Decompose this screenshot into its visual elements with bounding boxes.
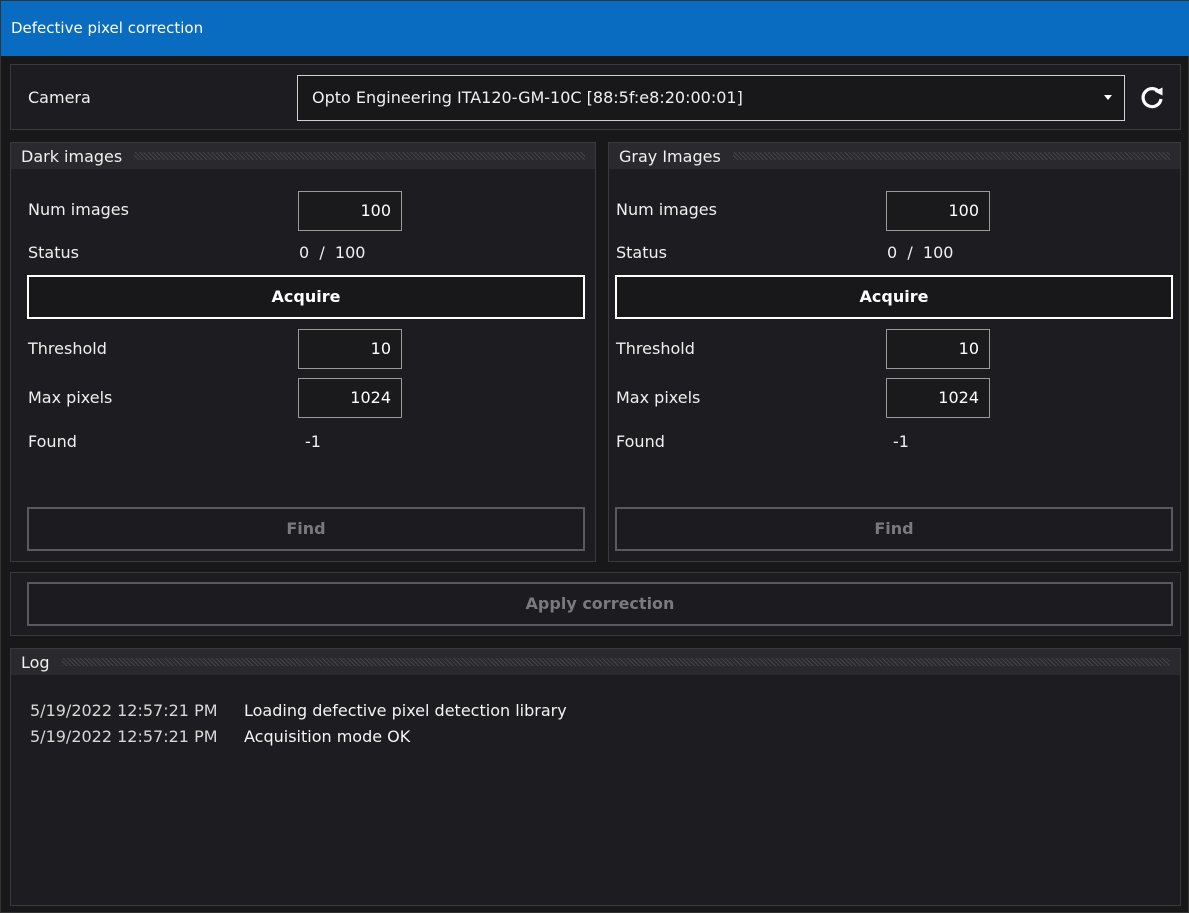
log-entry: 5/19/2022 12:57:21 PM Loading defective … xyxy=(30,701,1170,723)
dark-status-label: Status xyxy=(28,243,79,262)
dark-found-label: Found xyxy=(28,432,77,451)
window-title: Defective pixel correction xyxy=(11,19,204,37)
log-entry-message: Acquisition mode OK xyxy=(244,727,411,746)
dark-threshold-label: Threshold xyxy=(28,339,107,358)
gray-num-images-label: Num images xyxy=(616,200,717,219)
camera-select[interactable]: Opto Engineering ITA120-GM-10C [88:5f:e8… xyxy=(297,75,1125,121)
dark-acquire-button[interactable]: Acquire xyxy=(27,275,585,319)
gray-found-value: -1 xyxy=(893,432,909,451)
dark-images-header: Dark images xyxy=(11,143,595,169)
title-bar: Defective pixel correction xyxy=(1,1,1189,56)
gray-threshold-input[interactable]: 10 xyxy=(886,329,990,369)
gray-found-label: Found xyxy=(616,432,665,451)
gray-acquire-button[interactable]: Acquire xyxy=(615,275,1173,319)
header-divider xyxy=(134,152,585,160)
gray-status-label: Status xyxy=(616,243,667,262)
dark-found-value: -1 xyxy=(305,432,321,451)
gray-threshold-label: Threshold xyxy=(616,339,695,358)
gray-images-title: Gray Images xyxy=(619,146,721,166)
dark-num-images-input[interactable]: 100 xyxy=(298,191,402,231)
chevron-down-icon xyxy=(1104,95,1112,100)
camera-select-value: Opto Engineering ITA120-GM-10C [88:5f:e8… xyxy=(312,88,743,107)
gray-find-button[interactable]: Find xyxy=(615,507,1173,551)
dark-find-button[interactable]: Find xyxy=(27,507,585,551)
gray-num-images-input[interactable]: 100 xyxy=(886,191,990,231)
log-entry-time: 5/19/2022 12:57:21 PM xyxy=(30,701,218,720)
dark-status-value: 0 / 100 xyxy=(299,243,366,262)
log-entry: 5/19/2022 12:57:21 PM Acquisition mode O… xyxy=(30,727,1170,749)
refresh-button[interactable] xyxy=(1137,83,1167,113)
dark-max-pixels-input[interactable]: 1024 xyxy=(298,378,402,418)
dark-threshold-input[interactable]: 10 xyxy=(298,329,402,369)
apply-correction-button[interactable]: Apply correction xyxy=(27,582,1173,626)
log-title: Log xyxy=(21,652,50,672)
refresh-icon xyxy=(1141,87,1163,109)
dark-max-pixels-label: Max pixels xyxy=(28,388,113,407)
header-divider xyxy=(61,658,1170,666)
log-header: Log xyxy=(11,649,1180,675)
gray-status-value: 0 / 100 xyxy=(887,243,954,262)
gray-max-pixels-label: Max pixels xyxy=(616,388,701,407)
log-entry-message: Loading defective pixel detection librar… xyxy=(244,701,567,720)
camera-label: Camera xyxy=(28,88,91,107)
dark-images-title: Dark images xyxy=(21,146,123,166)
app-window: Defective pixel correction Camera Opto E… xyxy=(0,0,1189,913)
dark-num-images-label: Num images xyxy=(28,200,129,219)
gray-images-header: Gray Images xyxy=(609,143,1180,169)
header-divider xyxy=(732,152,1170,160)
log-panel: Log xyxy=(10,648,1181,906)
gray-max-pixels-input[interactable]: 1024 xyxy=(886,378,990,418)
log-entry-time: 5/19/2022 12:57:21 PM xyxy=(30,727,218,746)
